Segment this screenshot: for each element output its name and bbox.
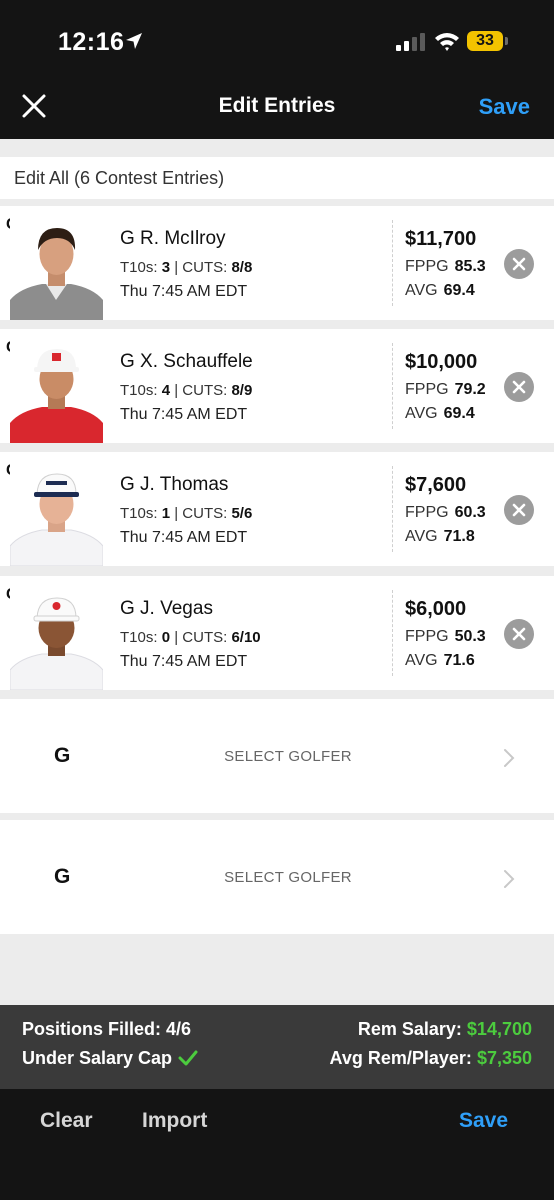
clear-button[interactable]: Clear (40, 1109, 93, 1133)
player-stats: T10s: 4 | CUTS: 8/9 (120, 382, 253, 399)
divider (392, 343, 393, 429)
player-salary: $11,700 (405, 228, 477, 250)
status-time: 12:16 (58, 28, 125, 56)
checkmark-icon (178, 1050, 198, 1066)
edit-all-bar[interactable]: Edit All (6 Contest Entries) (0, 157, 554, 199)
player-name: G R. McIlroy (120, 228, 226, 249)
close-icon (512, 257, 526, 271)
divider (392, 590, 393, 676)
player-name: G J. Vegas (120, 598, 213, 619)
player-row[interactable]: G G R. McIlroy T10s: 3 | CUTS: 8/8 Thu 7… (0, 206, 554, 320)
divider (392, 466, 393, 552)
player-avatar (10, 462, 103, 566)
player-stats: T10s: 3 | CUTS: 8/8 (120, 259, 253, 276)
select-golfer-label: SELECT GOLFER (224, 869, 352, 886)
tee-time: Thu 7:45 AM EDT (120, 283, 248, 300)
player-fppg: FPPG 85.3 (405, 258, 486, 275)
player-avatar (10, 339, 103, 443)
edit-all-label: Edit All (6 Contest Entries) (14, 168, 225, 188)
lineup-summary: Positions Filled: 4/6 Under Salary Cap R… (0, 1005, 554, 1089)
select-golfer-label: SELECT GOLFER (224, 748, 352, 765)
bottom-toolbar: Clear Import Save (0, 1089, 554, 1200)
nav-bar: Edit Entries Save (0, 78, 554, 139)
player-avg: AVG 71.6 (405, 652, 475, 669)
player-avg: AVG 69.4 (405, 405, 475, 422)
player-fppg: FPPG 79.2 (405, 381, 486, 398)
import-button[interactable]: Import (142, 1109, 207, 1133)
player-row[interactable]: G G J. Vegas T10s: 0 | CUTS: 6/10 Thu 7:… (0, 576, 554, 690)
select-golfer-slot[interactable]: G SELECT GOLFER (0, 820, 554, 934)
player-stats: T10s: 0 | CUTS: 6/10 (120, 629, 261, 646)
player-stats: T10s: 1 | CUTS: 5/6 (120, 505, 253, 522)
cellular-signal-icon (396, 33, 425, 51)
chevron-right-icon (504, 749, 515, 767)
page-title: Edit Entries (218, 94, 336, 117)
battery-icon: 33 (467, 29, 509, 53)
player-salary: $10,000 (405, 351, 478, 373)
save-button[interactable]: Save (459, 1109, 508, 1133)
remove-player-button[interactable] (504, 249, 534, 279)
player-avg: AVG 71.8 (405, 528, 475, 545)
tee-time: Thu 7:45 AM EDT (120, 653, 248, 670)
tee-time: Thu 7:45 AM EDT (120, 406, 248, 423)
player-name: G J. Thomas (120, 474, 229, 495)
remaining-salary: Rem Salary: $14,700 (357, 1019, 532, 1039)
player-name: G X. Schauffele (120, 351, 253, 372)
close-icon (512, 380, 526, 394)
player-fppg: FPPG 50.3 (405, 628, 486, 645)
select-golfer-slot[interactable]: G SELECT GOLFER (0, 699, 554, 813)
player-avatar (10, 586, 103, 690)
wifi-icon (435, 33, 459, 51)
divider (392, 220, 393, 306)
remove-player-button[interactable] (504, 495, 534, 525)
chevron-right-icon (504, 870, 515, 888)
player-row[interactable]: G G J. Thomas T10s: 1 | CUTS: 5/6 Thu 7:… (0, 452, 554, 566)
save-button-top[interactable]: Save (479, 94, 530, 120)
close-icon (512, 627, 526, 641)
positions-filled: Positions Filled: 4/6 (22, 1019, 192, 1039)
location-arrow-icon (126, 33, 142, 49)
avg-remaining-per-player: Avg Rem/Player: $7,350 (329, 1048, 532, 1068)
close-icon (512, 503, 526, 517)
status-bar: 12:16 33 (0, 0, 554, 78)
player-fppg: FPPG 60.3 (405, 504, 486, 521)
remove-player-button[interactable] (504, 372, 534, 402)
remove-player-button[interactable] (504, 619, 534, 649)
battery-level: 33 (467, 31, 503, 51)
player-row[interactable]: G G X. Schauffele T10s: 4 | CUTS: 8/9 Th… (0, 329, 554, 443)
player-salary: $6,000 (405, 598, 467, 620)
player-avg: AVG 69.4 (405, 282, 475, 299)
salary-cap-status: Under Salary Cap (22, 1048, 198, 1069)
player-salary: $7,600 (405, 474, 467, 496)
tee-time: Thu 7:45 AM EDT (120, 529, 248, 546)
player-avatar (10, 216, 103, 320)
